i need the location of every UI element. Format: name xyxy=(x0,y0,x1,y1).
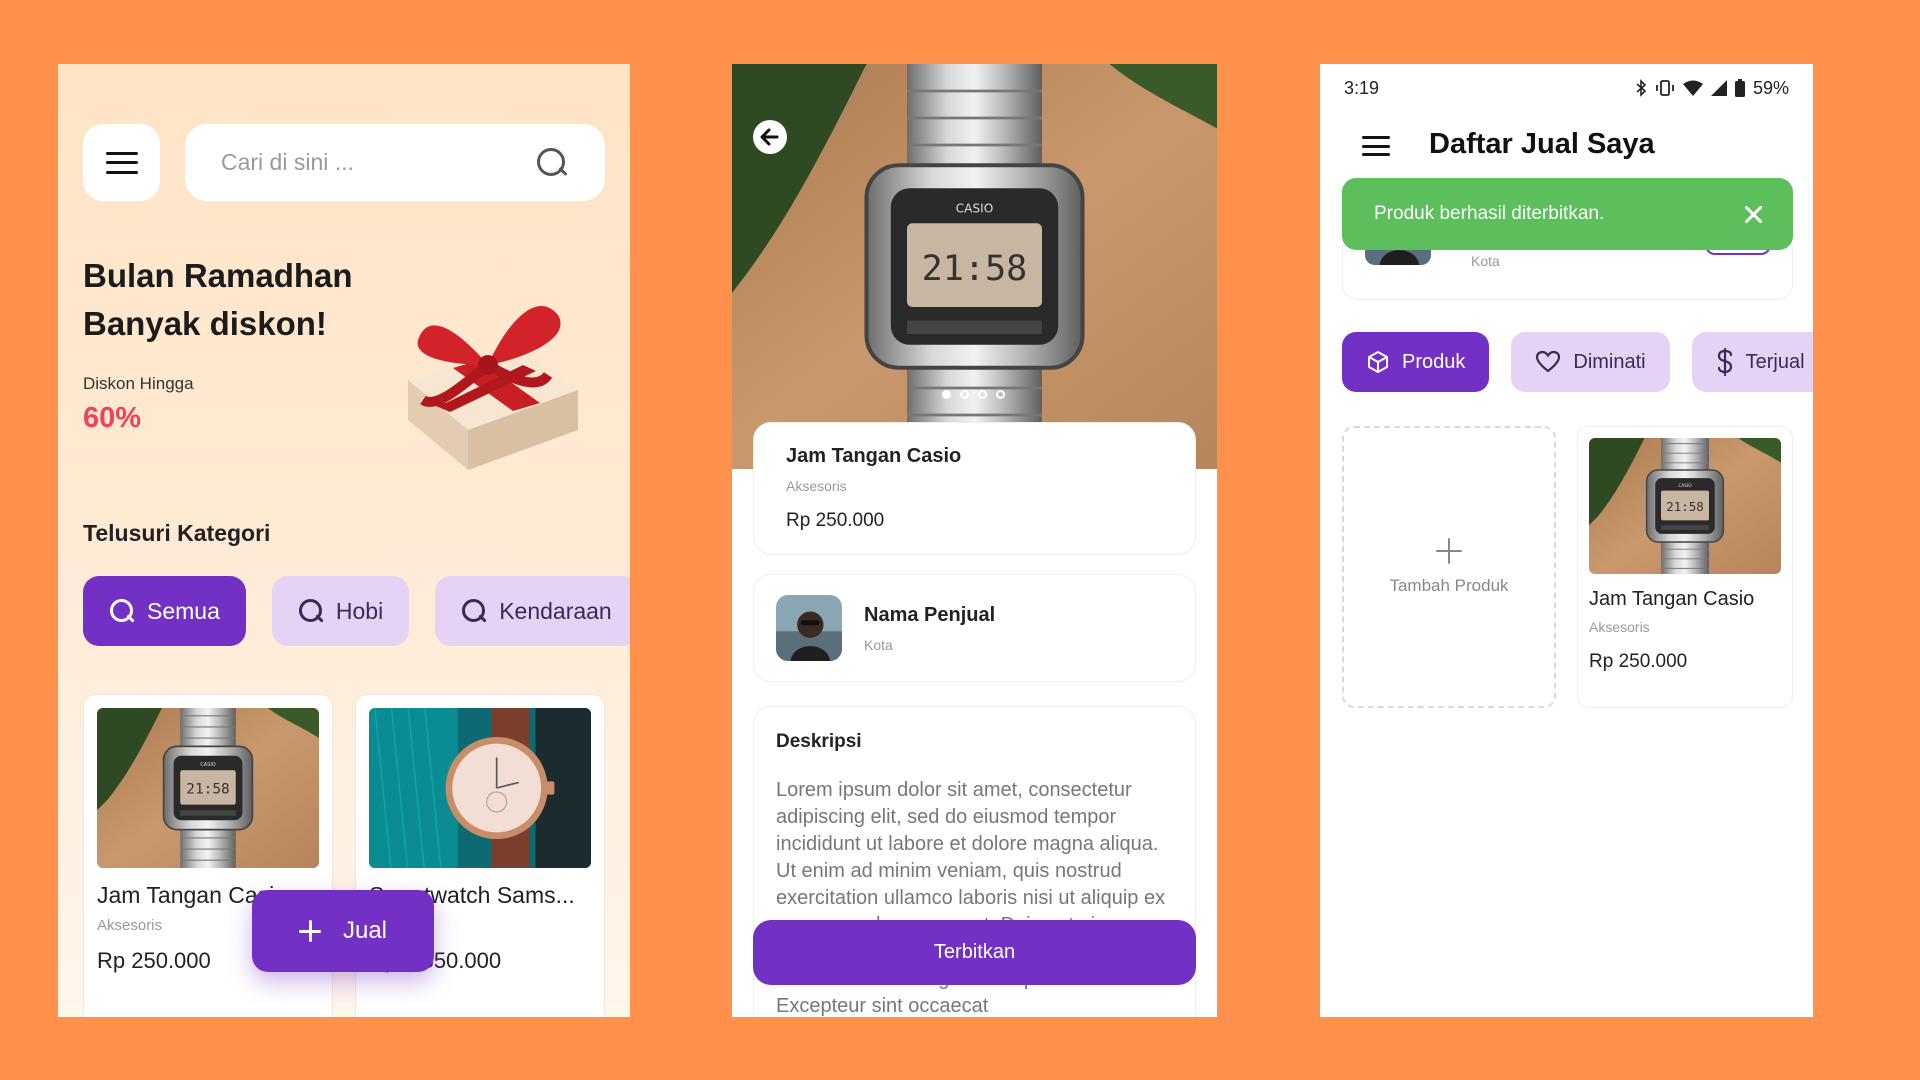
signal-icon xyxy=(1710,80,1727,96)
status-time: 3:19 xyxy=(1344,77,1380,98)
battery-icon xyxy=(1734,79,1745,97)
tab-label: Diminati xyxy=(1573,350,1646,373)
page-title: Daftar Jual Saya xyxy=(1429,128,1655,160)
sales-tabs: Produk Diminati Terjual xyxy=(1342,332,1813,392)
product-info-card: Jam Tangan Casio Aksesoris Rp 250.000 xyxy=(753,422,1196,555)
product-hero-image[interactable] xyxy=(732,64,1217,469)
seller-city: Kota xyxy=(864,636,893,653)
chip-label: Kendaraan xyxy=(499,597,612,624)
pagination-dot[interactable] xyxy=(942,390,951,399)
publish-button[interactable]: Terbitkan xyxy=(753,920,1196,985)
hamburger-icon[interactable] xyxy=(1362,136,1390,156)
product-image xyxy=(97,708,319,868)
product-price: Rp 250.000 xyxy=(786,510,885,531)
search-icon[interactable] xyxy=(535,146,569,180)
promo-percent: 60% xyxy=(83,402,142,434)
chip-label: Semua xyxy=(147,597,220,624)
category-chip-hobi[interactable]: Hobi xyxy=(271,576,410,646)
promo-subtitle: Diskon Hingga xyxy=(83,374,194,393)
category-chips: Semua Hobi Kendaraan xyxy=(83,576,630,646)
heart-icon xyxy=(1536,350,1561,373)
promo-title: Bulan Ramadhan Banyak diskon! xyxy=(83,257,353,342)
description-title: Deskripsi xyxy=(776,731,862,752)
product-name: Jam Tangan Casio xyxy=(1589,588,1755,610)
search-icon xyxy=(109,598,135,624)
status-icons: 59% xyxy=(1635,78,1789,99)
close-icon[interactable] xyxy=(1743,204,1763,224)
tab-diminati[interactable]: Diminati xyxy=(1511,332,1670,392)
hamburger-icon xyxy=(105,151,138,174)
sell-button-label: Jual xyxy=(342,917,388,944)
tab-label: Produk xyxy=(1402,350,1466,373)
chip-label: Hobi xyxy=(335,597,384,624)
tab-produk[interactable]: Produk xyxy=(1342,332,1490,392)
home-screen: Bulan Ramadhan Banyak diskon! Diskon Hin… xyxy=(58,64,630,1017)
arrow-left-icon xyxy=(760,128,779,146)
battery-percent: 59% xyxy=(1752,77,1789,98)
bluetooth-icon xyxy=(1636,79,1647,97)
seller-avatar xyxy=(776,595,842,661)
dollar-icon xyxy=(1717,348,1732,376)
product-card[interactable]: Jam Tangan Casio Aksesoris Rp 250.000 xyxy=(1577,426,1793,708)
success-toast: Produk berhasil diterbitkan. xyxy=(1342,178,1793,250)
product-name: Jam Tangan Casio xyxy=(786,445,962,467)
add-product-label: Tambah Produk xyxy=(1389,576,1509,595)
wifi-icon xyxy=(1682,80,1703,96)
seller-card: Nama Penjual Kota xyxy=(753,574,1196,682)
product-price: Rp 250.000 xyxy=(1589,651,1688,672)
add-product-button[interactable]: Tambah Produk xyxy=(1342,426,1556,708)
tab-label: Terjual xyxy=(1745,350,1805,373)
pagination-dot[interactable] xyxy=(996,390,1005,399)
toast-message: Produk berhasil diterbitkan. xyxy=(1374,203,1605,224)
vibrate-icon xyxy=(1656,80,1674,96)
product-category: Aksesoris xyxy=(1589,619,1650,635)
status-bar: 3:19 59% xyxy=(1344,76,1789,100)
pagination-dot[interactable] xyxy=(960,390,969,399)
plus-icon xyxy=(298,920,321,942)
image-pagination xyxy=(942,390,1005,399)
menu-button[interactable] xyxy=(83,124,160,201)
category-section-title: Telusuri Kategori xyxy=(83,520,271,546)
search-icon xyxy=(461,598,487,624)
back-button[interactable] xyxy=(753,120,787,154)
publish-button-label: Terbitkan xyxy=(933,941,1016,963)
my-sales-screen: 3:19 59% Daftar Jual Saya Kota Produk be… xyxy=(1320,64,1813,1017)
search-input[interactable] xyxy=(221,149,535,176)
product-category: Aksesoris xyxy=(786,478,847,494)
tab-terjual[interactable]: Terjual xyxy=(1691,332,1813,392)
seller-name: Nama Penjual xyxy=(864,603,996,626)
sell-button[interactable]: Jual xyxy=(252,890,434,972)
search-icon xyxy=(298,598,324,624)
category-chip-semua[interactable]: Semua xyxy=(83,576,246,646)
product-detail-screen: Jam Tangan Casio Aksesoris Rp 250.000 Na… xyxy=(732,64,1217,1017)
seller-city: Kota xyxy=(1471,253,1500,269)
product-image xyxy=(1589,438,1781,574)
search-bar xyxy=(185,124,605,201)
gift-box-icon xyxy=(408,305,578,470)
plus-icon xyxy=(1436,538,1462,564)
box-icon xyxy=(1368,351,1388,373)
pagination-dot[interactable] xyxy=(978,390,987,399)
category-chip-kendaraan[interactable]: Kendaraan xyxy=(435,576,630,646)
product-image xyxy=(369,708,591,868)
